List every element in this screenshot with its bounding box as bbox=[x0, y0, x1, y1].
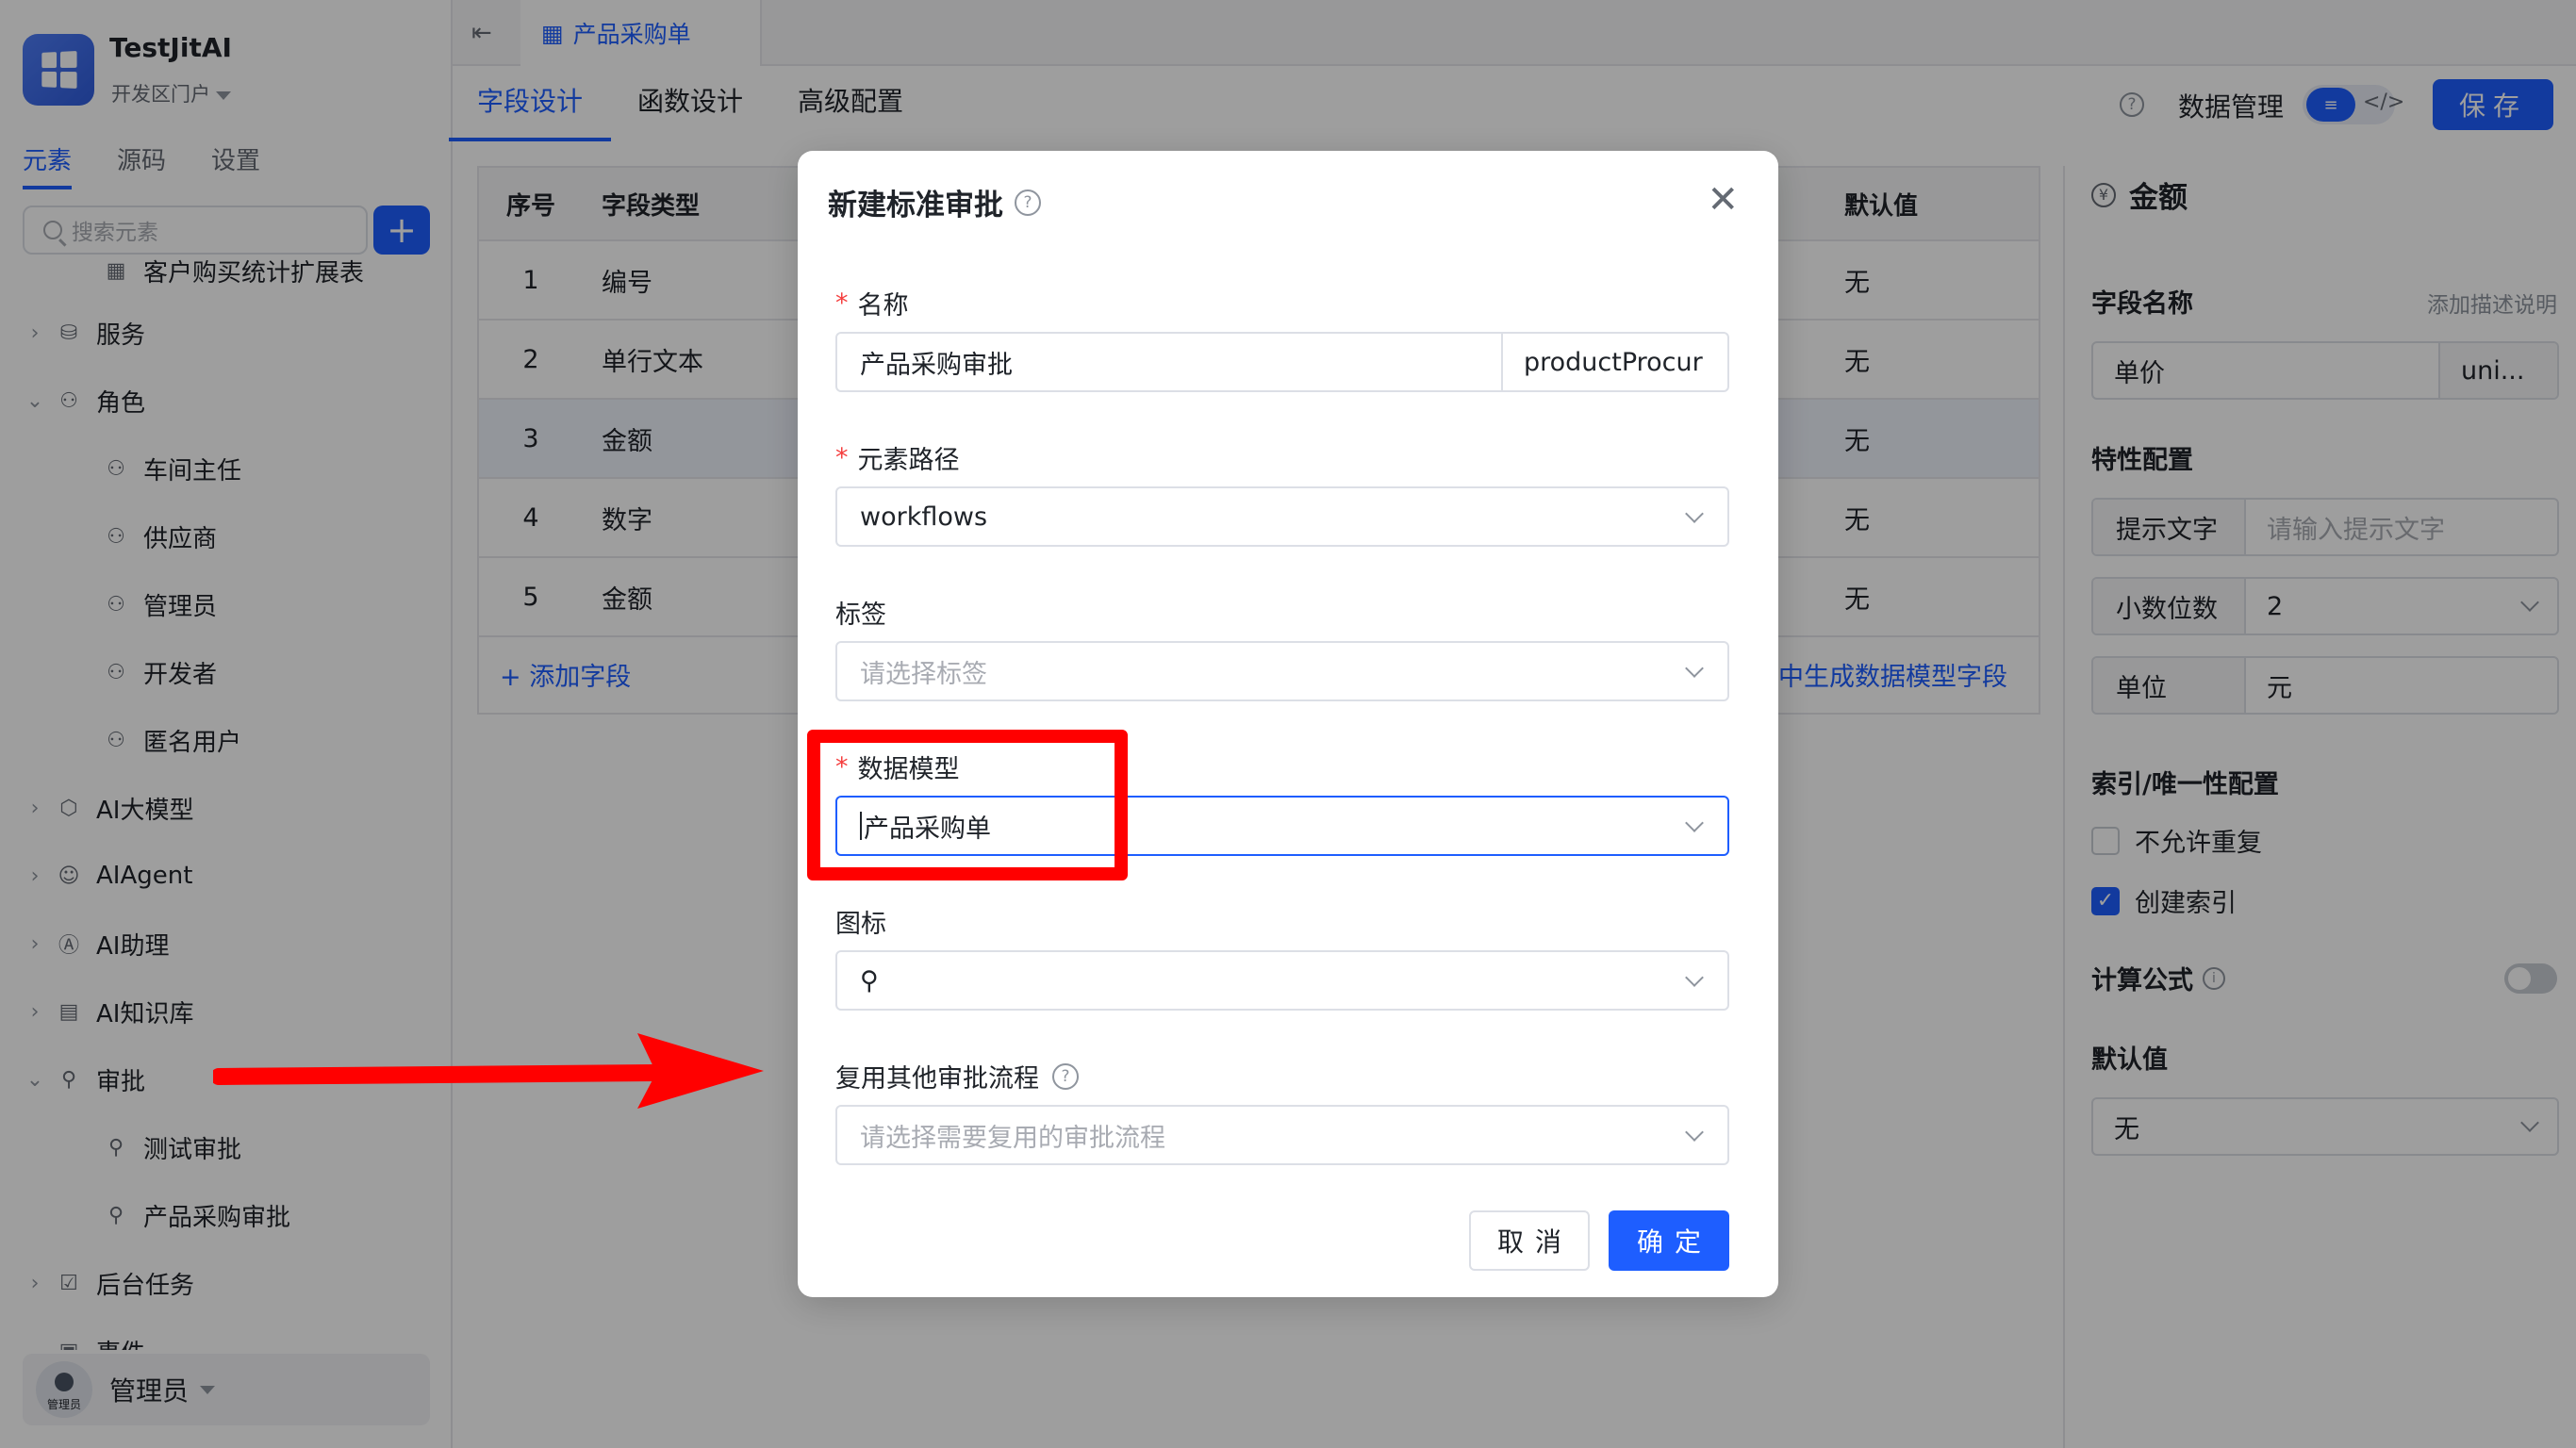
icon-select[interactable]: ⚲ bbox=[835, 950, 1729, 1011]
required-mark: * bbox=[835, 288, 849, 318]
tag-label-text: 标签 bbox=[835, 601, 886, 630]
reuse-flow-label: 复用其他审批流程? bbox=[835, 1058, 1079, 1094]
reuse-flow-label-text: 复用其他审批流程 bbox=[835, 1064, 1039, 1094]
chevron-down-icon bbox=[1685, 659, 1704, 678]
dialog-title: 新建标准审批? bbox=[828, 181, 1041, 223]
path-label-text: 元素路径 bbox=[857, 446, 960, 475]
reuse-flow-select[interactable]: 请选择需要复用的审批流程 bbox=[835, 1105, 1729, 1165]
required-mark: * bbox=[835, 443, 849, 472]
help-icon[interactable]: ? bbox=[1015, 189, 1041, 216]
reuse-flow-placeholder: 请选择需要复用的审批流程 bbox=[860, 1123, 1165, 1153]
highlight-annotation bbox=[807, 730, 1128, 880]
help-icon[interactable]: ? bbox=[1052, 1062, 1079, 1090]
chevron-down-icon bbox=[1685, 968, 1704, 987]
name-code-input[interactable]: productProcur bbox=[1501, 334, 1727, 390]
stamp-icon: ⚲ bbox=[860, 965, 879, 996]
name-input[interactable]: 产品采购审批 productProcur bbox=[835, 332, 1729, 392]
tag-label: 标签 bbox=[835, 594, 886, 631]
path-value: workflows bbox=[860, 502, 988, 532]
cancel-button[interactable]: 取消 bbox=[1469, 1210, 1590, 1271]
dialog-title-text: 新建标准审批 bbox=[828, 189, 1003, 222]
tag-placeholder: 请选择标签 bbox=[860, 659, 987, 689]
close-icon[interactable]: ✕ bbox=[1707, 181, 1739, 219]
tag-select[interactable]: 请选择标签 bbox=[835, 641, 1729, 701]
chevron-down-icon bbox=[1685, 1123, 1704, 1142]
icon-label: 图标 bbox=[835, 903, 886, 940]
path-select[interactable]: workflows bbox=[835, 486, 1729, 547]
chevron-down-icon bbox=[1685, 814, 1704, 832]
new-approval-dialog: 新建标准审批? ✕ * 名称 产品采购审批 productProcur * 元素路径… bbox=[798, 151, 1778, 1297]
name-label-text: 名称 bbox=[857, 291, 909, 321]
name-value[interactable]: 产品采购审批 bbox=[860, 344, 1013, 381]
confirm-button[interactable]: 确定 bbox=[1609, 1210, 1729, 1271]
name-label: * 名称 bbox=[835, 285, 909, 321]
chevron-down-icon bbox=[1685, 504, 1704, 523]
arrow-annotation bbox=[213, 1033, 764, 1109]
path-label: * 元素路径 bbox=[835, 439, 960, 476]
icon-label-text: 图标 bbox=[835, 910, 886, 939]
